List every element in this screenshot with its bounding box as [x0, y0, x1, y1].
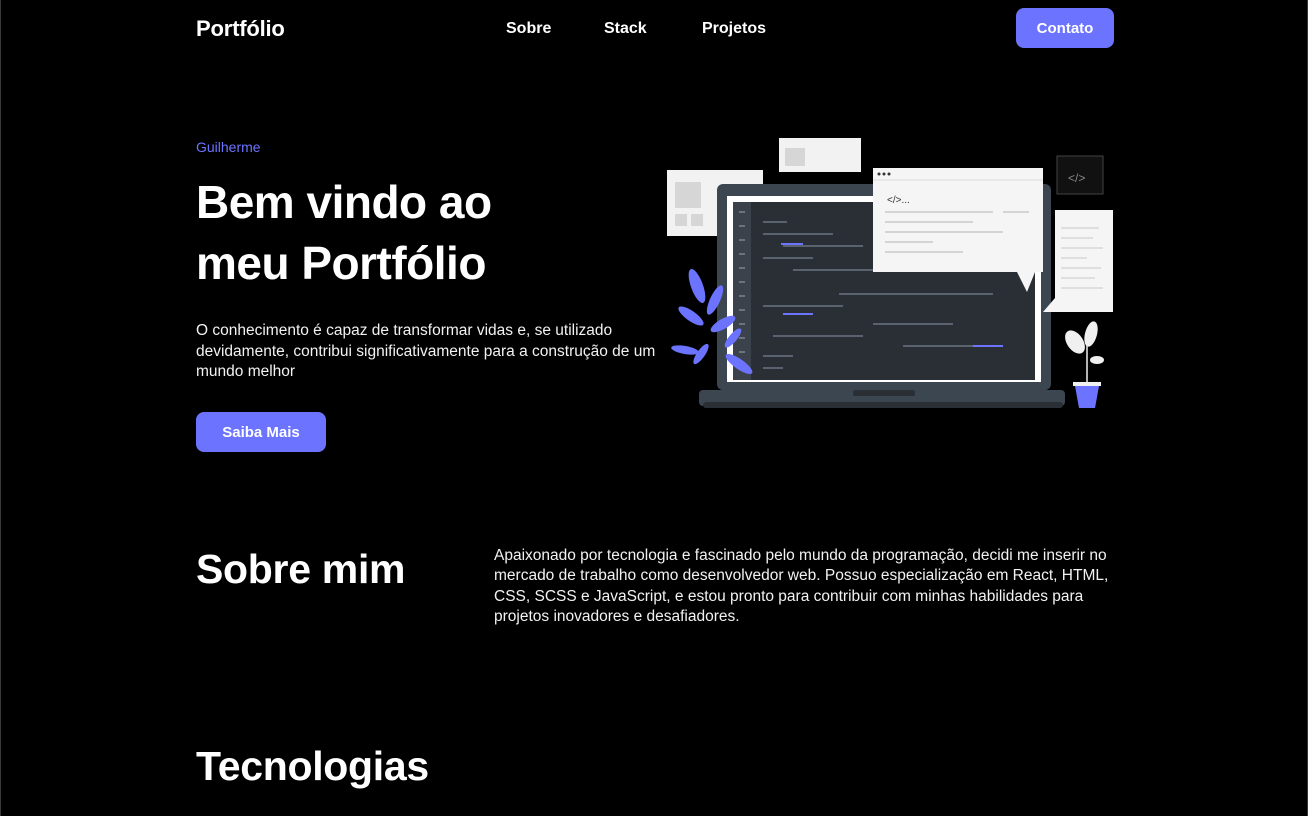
side-panel — [1055, 210, 1113, 312]
hero-description: O conhecimento é capaz de transformar vi… — [196, 322, 656, 380]
hero-title-line-2: meu Portfólio — [196, 237, 486, 289]
svg-text:</>: </> — [1068, 171, 1085, 185]
hero-title-line-1: Bem vindo ao — [196, 176, 492, 228]
hero-name: Guilherme — [196, 139, 261, 155]
logo[interactable]: Portfólio — [196, 16, 285, 42]
about-text: Apaixonado por tecnologia e fascinado pe… — [494, 547, 1109, 625]
plant-icon — [1065, 321, 1104, 408]
saiba-mais-button[interactable]: Saiba Mais — [196, 412, 326, 452]
hero-illustration: </>... </> — [667, 138, 1113, 408]
nav-link-sobre[interactable]: Sobre — [506, 20, 551, 38]
page: Portfólio Sobre Stack Projetos Contato G… — [0, 0, 1308, 816]
header: Portfólio Sobre Stack Projetos Contato — [1, 0, 1307, 58]
svg-text:</>...: </>... — [887, 195, 910, 206]
technologies-title: Tecnologias — [196, 743, 429, 789]
hero-title: Bem vindo ao meu Portfólio — [196, 172, 616, 294]
nav-link-stack[interactable]: Stack — [604, 20, 647, 38]
about-title: Sobre mim — [196, 546, 406, 592]
nav-link-projetos[interactable]: Projetos — [702, 20, 766, 38]
contact-button[interactable]: Contato — [1016, 8, 1114, 48]
